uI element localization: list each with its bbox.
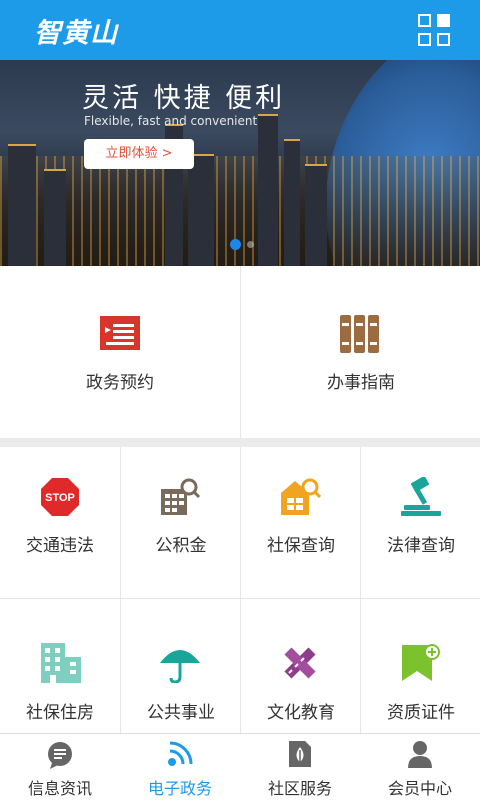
tab-info[interactable]: 信息资讯 xyxy=(0,734,120,801)
service-label: 文化教育 xyxy=(267,703,335,723)
tab-label: 会员中心 xyxy=(387,779,452,798)
signal-icon xyxy=(168,741,193,766)
service-label: 交通违法 xyxy=(26,536,94,556)
guide-books-icon xyxy=(340,315,379,353)
try-now-button[interactable]: 立即体验 > xyxy=(84,139,194,169)
service-label: 社保住房 xyxy=(26,703,94,723)
main-services: 政务预约 办事指南 xyxy=(0,266,480,438)
service-culture[interactable]: 文化教育 xyxy=(241,599,361,751)
service-public[interactable]: 公共事业 xyxy=(121,599,241,751)
fund-search-icon xyxy=(161,478,201,515)
social-security-search-icon xyxy=(281,478,321,515)
tab-label: 信息资讯 xyxy=(27,779,92,798)
service-label: 法律查询 xyxy=(387,536,455,556)
grid-icon[interactable] xyxy=(418,14,452,48)
tab-egov[interactable]: 电子政务 xyxy=(120,734,240,801)
promo-banner[interactable]: 灵活 快捷 便利 Flexible, fast and convenient 立… xyxy=(0,60,480,266)
service-label: 资质证件 xyxy=(387,703,455,723)
carousel-dot-active[interactable] xyxy=(230,239,241,250)
svg-text:STOP: STOP xyxy=(45,492,75,504)
section-divider xyxy=(0,438,480,447)
banner-city-graphic xyxy=(0,156,480,266)
service-label: 政务预约 xyxy=(86,373,154,393)
user-icon xyxy=(408,741,432,768)
banner-subtitle: Flexible, fast and convenient xyxy=(84,114,258,128)
bookmark-plus-icon xyxy=(402,644,440,681)
service-social-query[interactable]: 社保查询 xyxy=(241,447,361,599)
service-law[interactable]: 法律查询 xyxy=(361,447,480,599)
leaf-doc-icon xyxy=(289,741,311,767)
umbrella-icon xyxy=(160,650,200,683)
service-certificate[interactable]: 资质证件 xyxy=(361,599,480,751)
pencil-ruler-icon xyxy=(284,647,316,679)
service-guide[interactable]: 办事指南 xyxy=(241,266,480,438)
bottom-tab-bar: 信息资讯 电子政务 社区服务 会员中心 xyxy=(0,733,480,801)
tab-label: 社区服务 xyxy=(267,779,332,798)
service-label: 办事指南 xyxy=(327,373,395,393)
tab-label: 电子政务 xyxy=(147,779,212,798)
stop-sign-icon: STOP xyxy=(41,478,79,516)
gavel-icon xyxy=(401,477,441,516)
service-appointment[interactable]: 政务预约 xyxy=(0,266,240,438)
tab-member[interactable]: 会员中心 xyxy=(360,734,480,801)
tab-community[interactable]: 社区服务 xyxy=(240,734,360,801)
chat-bubble-icon xyxy=(48,742,72,769)
banner-title: 灵活 快捷 便利 xyxy=(82,83,286,114)
service-traffic[interactable]: STOP 交通违法 xyxy=(0,447,120,599)
service-label: 公积金 xyxy=(155,536,207,556)
app-logo: 智黄山 xyxy=(34,18,118,49)
service-housing[interactable]: 社保住房 xyxy=(0,599,120,751)
service-label: 社保查询 xyxy=(267,536,335,556)
app-header: 智黄山 xyxy=(0,0,480,60)
service-fund[interactable]: 公积金 xyxy=(121,447,241,599)
service-label: 公共事业 xyxy=(147,703,215,723)
building-icon xyxy=(41,643,81,683)
carousel-dot[interactable] xyxy=(247,241,254,248)
appointment-icon xyxy=(100,316,140,350)
